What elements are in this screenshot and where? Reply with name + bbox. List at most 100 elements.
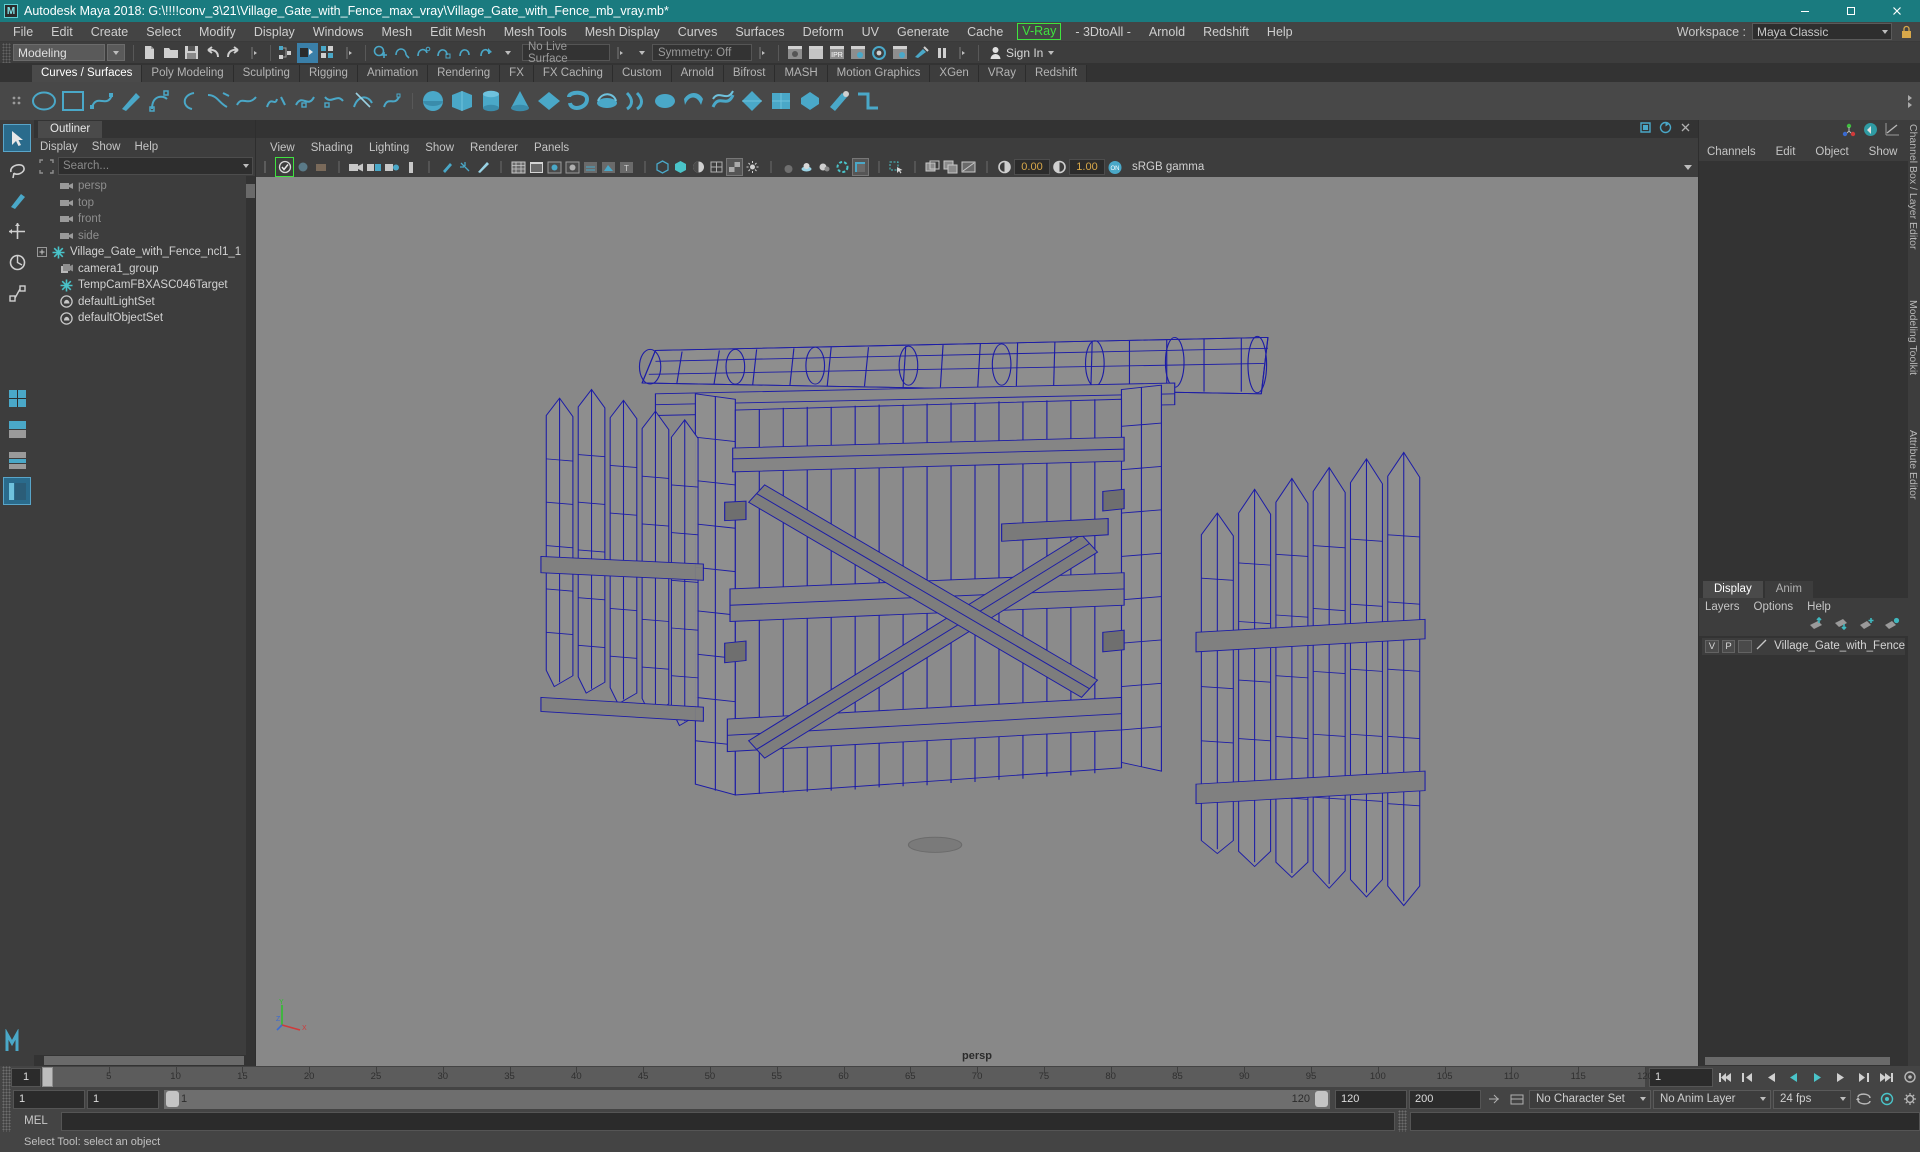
- undo-icon[interactable]: [202, 43, 223, 63]
- bevel-plus-icon[interactable]: [796, 86, 824, 116]
- scrollbar-thumb[interactable]: [44, 1056, 244, 1065]
- menu-item-edit-mesh[interactable]: Edit Mesh: [421, 22, 495, 42]
- lasso-tool-icon[interactable]: [3, 155, 31, 183]
- nurbs-cone-icon[interactable]: [506, 86, 534, 116]
- outliner-vertical-scrollbar[interactable]: [246, 176, 255, 1055]
- viewport-menu-panels[interactable]: Panels: [534, 142, 569, 154]
- menu-item-uv[interactable]: UV: [853, 22, 888, 42]
- boundary-surface-icon[interactable]: [738, 86, 766, 116]
- outliner-tab[interactable]: Outliner: [38, 121, 103, 138]
- layer-playback-toggle[interactable]: P: [1721, 639, 1736, 653]
- gamma-correction-icon[interactable]: [690, 158, 707, 176]
- range-start-field[interactable]: 1: [13, 1089, 85, 1109]
- rotate-tool-icon[interactable]: [3, 248, 31, 276]
- channel-menu-edit[interactable]: Edit: [1776, 146, 1796, 158]
- rebuild-curve-icon[interactable]: [320, 86, 348, 116]
- shelf-tab-motion-graphics[interactable]: Motion Graphics: [827, 65, 931, 82]
- sign-in-button[interactable]: Sign In: [984, 46, 1060, 60]
- step-back-key-icon[interactable]: [1738, 1068, 1759, 1087]
- new-scene-icon[interactable]: [139, 43, 160, 63]
- shelf-tab-fx[interactable]: FX: [500, 65, 534, 82]
- wireframe-display-icon[interactable]: [510, 158, 527, 176]
- render-settings-icon[interactable]: [847, 43, 868, 63]
- side-tab-attribute-editor[interactable]: Attribute Editor: [1907, 430, 1919, 499]
- expand-icon[interactable]: [36, 247, 47, 258]
- animation-preferences-icon[interactable]: [1899, 1068, 1920, 1087]
- shelf-tab-fx-caching[interactable]: FX Caching: [533, 65, 613, 82]
- isolate-select-icon[interactable]: [672, 158, 689, 176]
- command-language-label[interactable]: MEL: [14, 1115, 58, 1127]
- symmetry-field[interactable]: Symmetry: Off: [652, 44, 752, 61]
- lock-camera-icon[interactable]: [294, 158, 311, 176]
- play-backwards-icon[interactable]: [1784, 1068, 1805, 1087]
- curve-fillet-icon[interactable]: [204, 86, 232, 116]
- outliner-item-top[interactable]: top: [34, 195, 255, 212]
- outliner-item-front[interactable]: front: [34, 211, 255, 228]
- nurbs-plane-icon[interactable]: [535, 86, 563, 116]
- playback-start-field[interactable]: 1: [87, 1089, 159, 1109]
- camera-icon[interactable]: [348, 158, 365, 176]
- playback-frame-field[interactable]: 1: [1649, 1067, 1713, 1087]
- exposure-field[interactable]: 0.00: [1014, 159, 1050, 175]
- select-by-hierarchy-icon[interactable]: [276, 43, 297, 63]
- channel-menu-show[interactable]: Show: [1869, 146, 1898, 158]
- smooth-shade-icon[interactable]: [474, 158, 491, 176]
- viewport-close-icon[interactable]: [1679, 121, 1692, 137]
- toolbar-expander-3[interactable]: [610, 43, 631, 63]
- nurbs-circle-icon[interactable]: [30, 86, 58, 116]
- shelf-tab-animation[interactable]: Animation: [357, 65, 429, 82]
- shelf-tab-poly-modeling[interactable]: Poly Modeling: [142, 65, 234, 82]
- layer-list[interactable]: V P Village_Gate_with_Fence: [1699, 635, 1908, 1056]
- command-line-grip[interactable]: [2, 1110, 11, 1132]
- playback-loop-icon[interactable]: [1853, 1090, 1874, 1109]
- current-frame-field[interactable]: 1: [11, 1067, 41, 1087]
- viewport-menu-renderer[interactable]: Renderer: [470, 142, 518, 154]
- motion-blur-icon[interactable]: [654, 158, 671, 176]
- shelf-tab-custom[interactable]: Custom: [612, 65, 672, 82]
- loft-icon[interactable]: [622, 86, 650, 116]
- layout-three-pane-icon[interactable]: [3, 446, 31, 474]
- show-render-view-icon[interactable]: [784, 43, 805, 63]
- toolbar-expander-5[interactable]: [952, 43, 973, 63]
- viewport-menu-lighting[interactable]: Lighting: [369, 142, 409, 154]
- two-pane-camera-icon[interactable]: [366, 158, 383, 176]
- use-all-lights-icon[interactable]: [582, 158, 599, 176]
- layout-single-pane-icon[interactable]: [3, 384, 31, 412]
- search-icon[interactable]: [36, 157, 56, 175]
- menu-item-windows[interactable]: Windows: [304, 22, 373, 42]
- side-tab-channel-box[interactable]: Channel Box / Layer Editor: [1907, 124, 1919, 250]
- menu-item-deform[interactable]: Deform: [794, 22, 853, 42]
- move-layer-up-icon[interactable]: [1809, 616, 1825, 634]
- color-management-toggle-icon[interactable]: [852, 158, 869, 176]
- outliner-item-tempcam[interactable]: TempCamFBXASC046Target: [34, 277, 255, 294]
- time-slider-grip[interactable]: [2, 1066, 11, 1088]
- minimize-button[interactable]: [1782, 0, 1828, 22]
- layer-horizontal-scrollbar[interactable]: [1699, 1056, 1908, 1066]
- open-scene-icon[interactable]: [160, 43, 181, 63]
- grid-toggle-icon[interactable]: [402, 158, 419, 176]
- gamma-icon[interactable]: [1051, 158, 1068, 176]
- live-surface-field[interactable]: No Live Surface: [522, 41, 610, 65]
- select-tool-icon[interactable]: [3, 124, 31, 152]
- shelf-tab-mash[interactable]: MASH: [775, 65, 828, 82]
- lighting-toggle-icon[interactable]: [744, 158, 761, 176]
- snap-to-grid-icon[interactable]: [371, 43, 392, 63]
- animation-preferences-icon-2[interactable]: [1506, 1090, 1527, 1109]
- image-plane-icon[interactable]: [924, 158, 941, 176]
- outliner-item-defaultlightset[interactable]: defaultLightSet: [34, 294, 255, 311]
- snap-to-curve-icon[interactable]: [392, 43, 413, 63]
- cv-curve-icon[interactable]: [146, 86, 174, 116]
- nurbs-cylinder-icon[interactable]: [477, 86, 505, 116]
- color-transform-combo[interactable]: sRGB gamma: [1124, 159, 1698, 175]
- menu-item-3dtoall[interactable]: - 3DtoAll -: [1066, 22, 1140, 42]
- range-start-handle[interactable]: [166, 1090, 179, 1107]
- symmetry-dropdown-arrow[interactable]: [631, 43, 652, 63]
- sculpt-geometry-icon[interactable]: [825, 86, 853, 116]
- menu-item-curves[interactable]: Curves: [669, 22, 727, 42]
- revolve-icon[interactable]: [593, 86, 621, 116]
- layer-row[interactable]: V P Village_Gate_with_Fence: [1702, 637, 1905, 655]
- menu-item-mesh-display[interactable]: Mesh Display: [576, 22, 669, 42]
- shadow-map-icon[interactable]: [798, 158, 815, 176]
- menu-item-redshift[interactable]: Redshift: [1194, 22, 1258, 42]
- menuset-combo[interactable]: Modeling: [13, 44, 105, 61]
